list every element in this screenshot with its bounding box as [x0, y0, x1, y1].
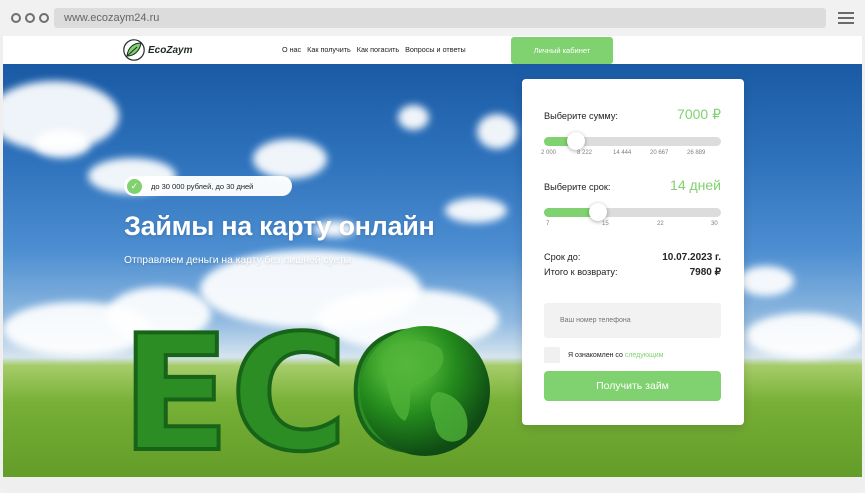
- personal-account-button[interactable]: Личный кабинет: [511, 37, 613, 64]
- term-scale-tick: 30: [711, 221, 718, 227]
- hamburger-menu-icon[interactable]: [838, 12, 854, 27]
- due-date-label: Срок до:: [544, 252, 581, 262]
- amount-scale-tick: 26 889: [687, 150, 706, 156]
- browser-window: www.ecozaym24.ru EcoZaym О нас Как получ…: [0, 0, 865, 493]
- agreement-text: Я ознакомлен со следующим: [568, 352, 663, 359]
- window-dot-icon[interactable]: [25, 13, 35, 23]
- phone-input[interactable]: [544, 303, 721, 338]
- agreement-checkbox[interactable]: [544, 347, 560, 363]
- return-total-label: Итого к возврату:: [544, 267, 618, 277]
- cloud-decoration: [477, 114, 517, 149]
- term-slider-thumb[interactable]: [589, 203, 607, 221]
- logo-text: EcoZaym: [148, 44, 193, 56]
- logo[interactable]: EcoZaym: [123, 39, 192, 61]
- leaf-logo-icon: [123, 39, 145, 61]
- amount-scale-tick: 14 444: [613, 150, 632, 156]
- term-slider[interactable]: [544, 203, 721, 221]
- amount-scale-tick: 20 667: [650, 150, 669, 156]
- nav-link-about[interactable]: О нас: [282, 45, 301, 54]
- cloud-decoration: [34, 130, 90, 158]
- term-row: Выберите срок: 14 дней: [544, 177, 721, 193]
- loan-limit-badge: ✓ до 30 000 рублей, до 30 дней: [124, 176, 292, 196]
- nav-link-faq[interactable]: Вопросы и ответы: [405, 45, 466, 54]
- term-label: Выберите срок:: [544, 182, 611, 192]
- eco-globe-illustration: ECO: [119, 298, 490, 477]
- window-controls: [11, 13, 49, 23]
- nav-link-how-to-repay[interactable]: Как погасить: [357, 45, 399, 54]
- amount-value: 7000 ₽: [677, 106, 721, 122]
- address-bar[interactable]: www.ecozaym24.ru: [54, 8, 826, 28]
- term-value: 14 дней: [670, 177, 721, 193]
- term-scale-tick: 7: [546, 221, 550, 227]
- amount-scale-tick: 2 000: [541, 150, 557, 156]
- term-scale-tick: 22: [657, 221, 664, 227]
- term-scale-tick: 15: [602, 221, 609, 227]
- check-circle-icon: ✓: [127, 178, 142, 194]
- get-loan-button[interactable]: Получить займ: [544, 371, 721, 401]
- due-date-row: Срок до: 10.07.2023 г.: [544, 252, 721, 263]
- amount-slider-thumb[interactable]: [567, 132, 585, 150]
- cloud-decoration: [738, 266, 794, 296]
- amount-scale-tick: 8 222: [577, 150, 593, 156]
- nav-link-how-to-get[interactable]: Как получить: [307, 45, 351, 54]
- main-navigation: О нас Как получить Как погасить Вопросы …: [282, 45, 466, 54]
- cloud-decoration: [398, 105, 429, 130]
- window-dot-icon[interactable]: [11, 13, 21, 23]
- loan-limit-text: до 30 000 рублей, до 30 дней: [151, 181, 254, 191]
- cloud-decoration: [253, 139, 327, 179]
- page-viewport: EcoZaym О нас Как получить Как погасить …: [3, 36, 862, 477]
- amount-row: Выберите сумму: 7000 ₽: [544, 106, 721, 123]
- agreement-link[interactable]: следующим: [625, 352, 664, 359]
- loan-calculator-card: Выберите сумму: 7000 ₽ 2 000 8 222 14 44…: [522, 79, 744, 425]
- cloud-decoration: [746, 313, 862, 358]
- amount-label: Выберите сумму:: [544, 111, 618, 121]
- site-header: EcoZaym О нас Как получить Как погасить …: [3, 36, 862, 64]
- return-total-value: 7980 ₽: [689, 267, 721, 278]
- return-total-row: Итого к возврату: 7980 ₽: [544, 267, 721, 278]
- agreement-checkbox-row[interactable]: Я ознакомлен со следующим: [544, 347, 663, 363]
- amount-slider[interactable]: [544, 132, 721, 150]
- due-date-value: 10.07.2023 г.: [662, 252, 721, 263]
- hero-title: Займы на карту онлайн: [124, 211, 435, 241]
- window-dot-icon[interactable]: [39, 13, 49, 23]
- hero-subtitle: Отправляем деньги на карту без лишней су…: [124, 255, 352, 266]
- browser-chrome: www.ecozaym24.ru: [0, 0, 865, 36]
- agreement-label: Я ознакомлен со: [568, 351, 623, 359]
- cloud-decoration: [445, 198, 507, 223]
